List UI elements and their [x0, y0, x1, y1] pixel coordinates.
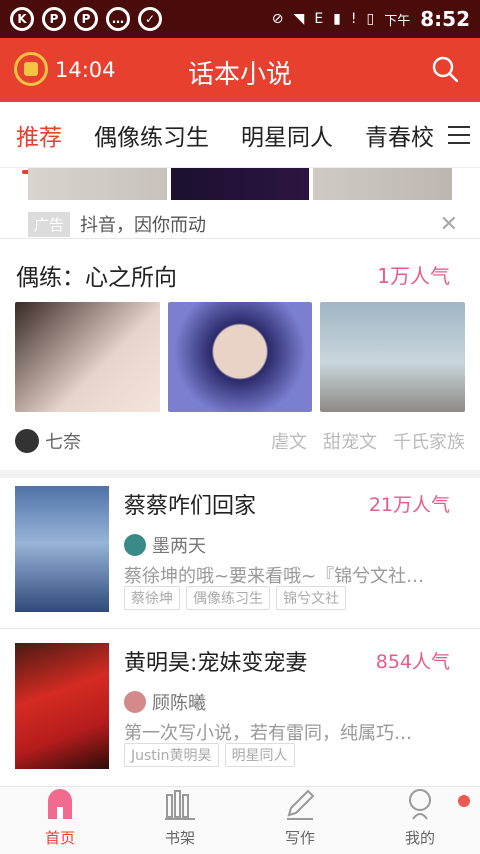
- book-title: 黄明昊:宠妹变宠妻: [124, 651, 308, 676]
- divider: [0, 238, 480, 239]
- nav-bookshelf[interactable]: 书架: [120, 787, 240, 854]
- wifi-icon: ◥: [293, 11, 305, 27]
- book-description: 蔡徐坤的哦~要来看哦~『锦兮文社…: [124, 566, 425, 587]
- tag[interactable]: Justin黄明昊: [124, 743, 219, 767]
- ad-badge: 广告: [28, 211, 71, 237]
- author-name: 墨两天: [152, 536, 206, 557]
- app-header: 14:04 话本小说: [0, 38, 480, 102]
- ad-image: [313, 168, 453, 200]
- photo[interactable]: [320, 302, 466, 412]
- tab-idol-trainee[interactable]: 偶像练习生: [78, 118, 225, 152]
- book-cover: [15, 486, 109, 612]
- nav-label: 书架: [164, 829, 195, 847]
- avatar[interactable]: [15, 429, 39, 453]
- home-icon: [48, 789, 72, 819]
- notification-dot: [458, 795, 470, 807]
- battery-icon: ▯: [366, 11, 375, 27]
- book-description: 第一次写小说，若有雷同，纯属巧…: [124, 723, 412, 744]
- tag[interactable]: 偶像练习生: [186, 586, 270, 610]
- bookshelf-icon: [165, 790, 195, 820]
- search-icon[interactable]: [432, 56, 458, 82]
- book-cover: [15, 643, 109, 769]
- pen-icon: [287, 789, 315, 820]
- photo[interactable]: [167, 302, 313, 412]
- ad-banner[interactable]: [28, 168, 453, 200]
- status-bar: K P P … ✓ ⊘ ◥ E ▮ ! ▯ 下午 8:52: [0, 0, 480, 38]
- close-icon[interactable]: ✕: [440, 212, 458, 237]
- tab-star-fanfic[interactable]: 明星同人: [225, 118, 349, 152]
- tab-recommend[interactable]: 推荐: [0, 118, 78, 174]
- shield-icon: ✓: [138, 7, 162, 31]
- tag[interactable]: 蔡徐坤: [124, 586, 180, 610]
- book-author: 顾陈曦: [124, 689, 206, 715]
- ad-text: 抖音，因你而动: [80, 215, 207, 236]
- ad-image: [28, 168, 167, 200]
- time-prefix: 下午: [384, 13, 411, 29]
- photo[interactable]: [15, 302, 160, 412]
- chat-icon: …: [106, 7, 130, 31]
- tag[interactable]: 锦兮文社: [276, 586, 346, 610]
- network-type: E: [314, 11, 324, 27]
- nav-label: 首页: [44, 829, 75, 847]
- profile-icon: [409, 789, 431, 820]
- divider: [0, 628, 480, 629]
- p-icon: P: [74, 7, 98, 31]
- nav-write[interactable]: 写作: [240, 787, 360, 854]
- nav-label: 写作: [284, 829, 315, 847]
- alert-icon: !: [350, 11, 357, 27]
- tag[interactable]: 甜宠文: [323, 428, 377, 454]
- nav-profile[interactable]: 我的: [360, 787, 480, 854]
- tag[interactable]: 虐文: [271, 428, 307, 454]
- book-author: 墨两天: [124, 532, 206, 558]
- nav-label: 我的: [404, 829, 435, 847]
- p-icon: P: [42, 7, 66, 31]
- section-divider: [0, 470, 480, 478]
- app-title: 话本小说: [187, 60, 292, 90]
- ad-image: [170, 168, 310, 200]
- bottom-nav: 首页 书架 写作 我的: [0, 786, 480, 854]
- tag[interactable]: 千氏家族: [393, 428, 465, 454]
- book-popularity: 21万人气: [368, 494, 450, 516]
- nav-home[interactable]: 首页: [0, 787, 120, 854]
- author-name: 顾陈曦: [152, 693, 206, 714]
- featured-author-row: 七奈 虐文 甜宠文 千氏家族: [15, 428, 465, 454]
- book-title: 蔡蔡咋们回家: [124, 494, 257, 519]
- menu-icon[interactable]: [446, 124, 472, 146]
- signal-icon: ▮: [333, 11, 341, 27]
- book-popularity: 854人气: [375, 651, 450, 673]
- featured-title[interactable]: 偶练：心之所向: [16, 258, 177, 292]
- mute-icon: ⊘: [271, 11, 284, 27]
- avatar: [124, 534, 146, 556]
- k-icon: K: [10, 7, 34, 31]
- featured-popularity: 1万人气: [377, 264, 450, 288]
- avatar: [124, 691, 146, 713]
- tag[interactable]: 明星同人: [224, 743, 295, 767]
- list-item[interactable]: 黄明昊:宠妹变宠妻 854人气 顾陈曦 第一次写小说，若有雷同，纯属巧… Jus…: [0, 643, 480, 783]
- list-item[interactable]: 蔡蔡咋们回家 21万人气 墨两天 蔡徐坤的哦~要来看哦~『锦兮文社… 蔡徐坤 偶…: [0, 486, 480, 626]
- clock: 8:52: [420, 7, 470, 31]
- author-name[interactable]: 七奈: [45, 428, 81, 454]
- category-tabs: 推荐 偶像练习生 明星同人 青春校: [0, 102, 480, 174]
- tab-campus[interactable]: 青春校: [349, 118, 450, 152]
- ad-caption[interactable]: 广告 抖音，因你而动 ✕: [28, 210, 458, 238]
- featured-photos[interactable]: [15, 302, 466, 412]
